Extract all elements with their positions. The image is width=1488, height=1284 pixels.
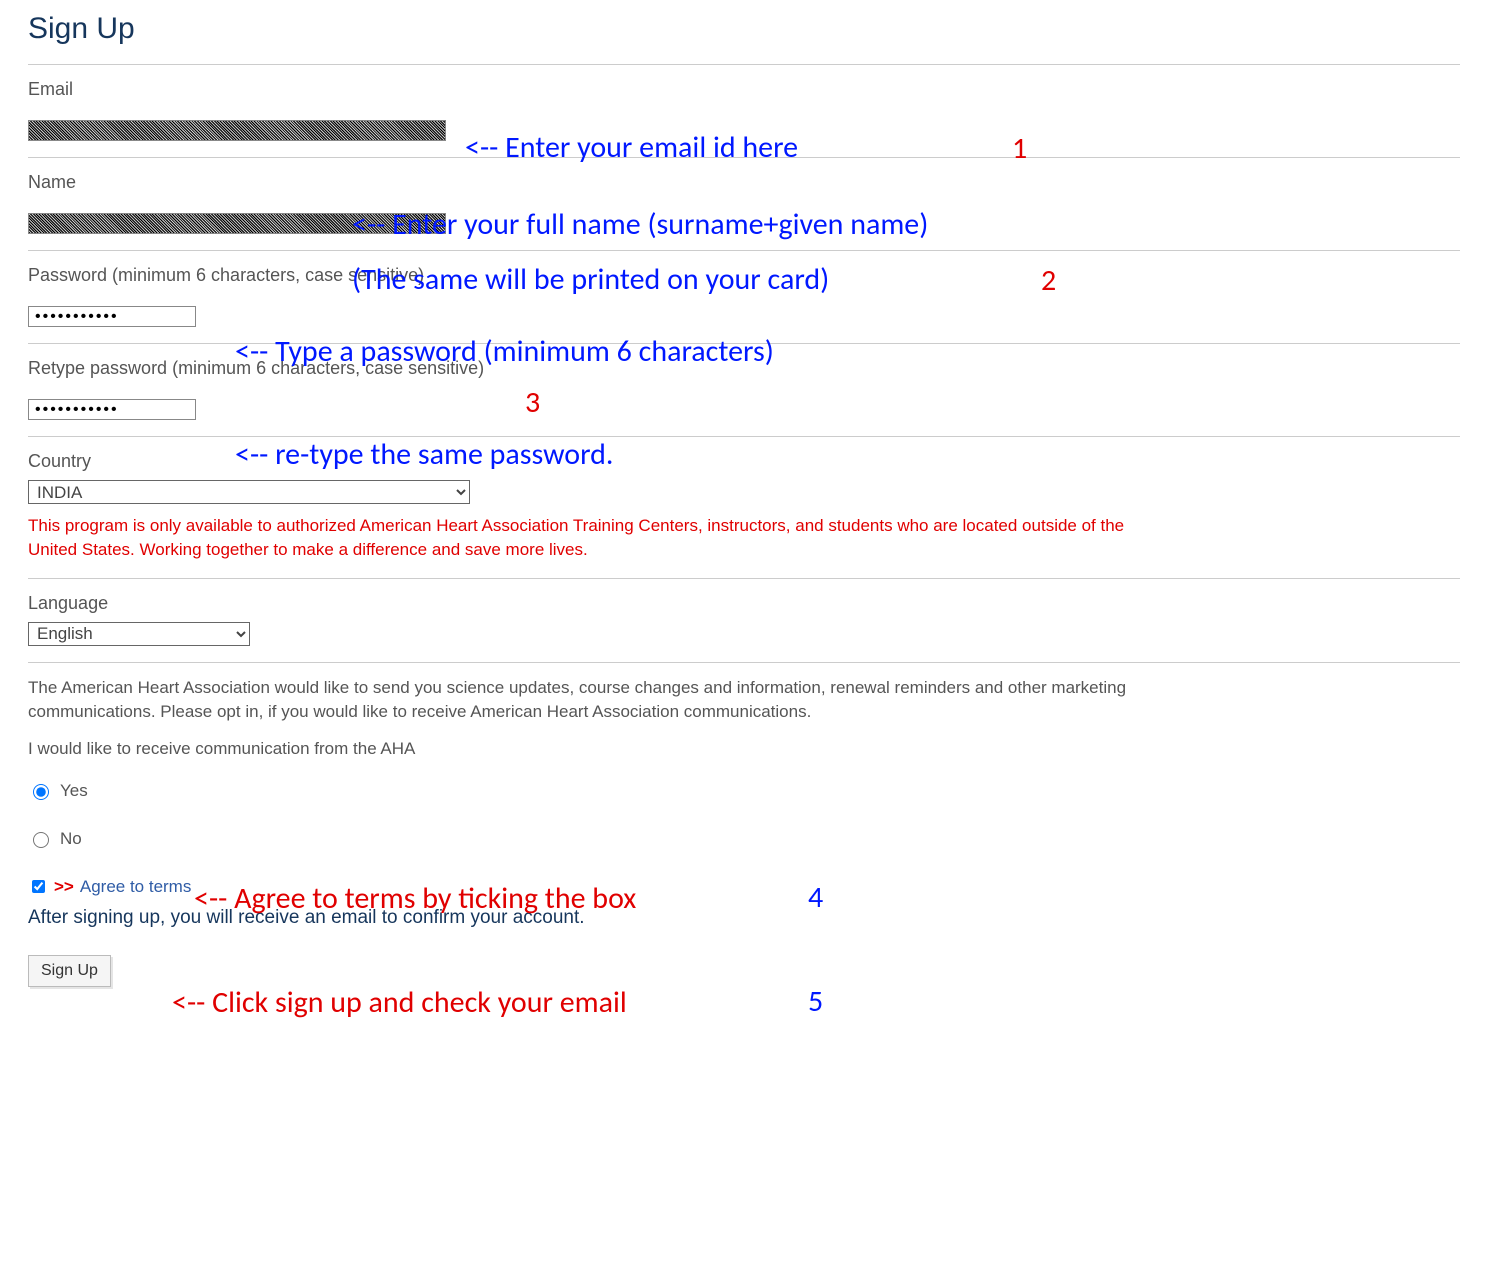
country-disclaimer: This program is only available to author… [28, 514, 1158, 562]
optin-prompt: I would like to receive communication fr… [28, 739, 1460, 759]
annotation-terms: <-- Agree to terms by ticking the box [194, 880, 636, 917]
retype-password-input[interactable] [28, 399, 196, 420]
annotation-num-2: 2 [1041, 262, 1056, 299]
optin-yes-label: Yes [60, 781, 88, 801]
email-label: Email [28, 79, 1460, 100]
agree-to-terms-link[interactable]: Agree to terms [80, 877, 192, 897]
page-title: Sign Up [28, 12, 1460, 46]
country-select[interactable]: INDIA [28, 480, 470, 504]
optin-yes-radio[interactable] [33, 784, 49, 800]
annotation-name-line2: (The same will be printed on your card) [352, 262, 829, 298]
optin-description: The American Heart Association would lik… [28, 676, 1168, 725]
optin-no-radio[interactable] [33, 832, 49, 848]
annotation-password: <-- Type a password (minimum 6 character… [235, 334, 774, 370]
terms-arrows: >> [54, 877, 74, 897]
language-section: Language English [28, 578, 1460, 663]
language-select[interactable]: English [28, 622, 250, 646]
annotation-email: <-- Enter your email id here [465, 130, 798, 166]
annotation-num-1: 1 [1012, 130, 1027, 167]
language-label: Language [28, 593, 1460, 614]
annotation-retype: <-- re-type the same password. [235, 437, 614, 473]
annotation-signup: <-- Click sign up and check your email [172, 984, 627, 1021]
name-label: Name [28, 172, 1460, 193]
sign-up-button[interactable]: Sign Up [28, 955, 111, 987]
optin-section: The American Heart Association would lik… [28, 662, 1460, 991]
terms-checkbox[interactable] [32, 880, 45, 893]
optin-no-label: No [60, 829, 82, 849]
email-input[interactable] [28, 120, 446, 141]
annotation-name-line1: <-- Enter your full name (surname+given … [352, 207, 928, 243]
annotation-num-4: 4 [808, 880, 823, 916]
password-input[interactable] [28, 306, 196, 327]
annotation-num-3: 3 [525, 384, 540, 421]
annotation-num-5: 5 [808, 984, 823, 1020]
